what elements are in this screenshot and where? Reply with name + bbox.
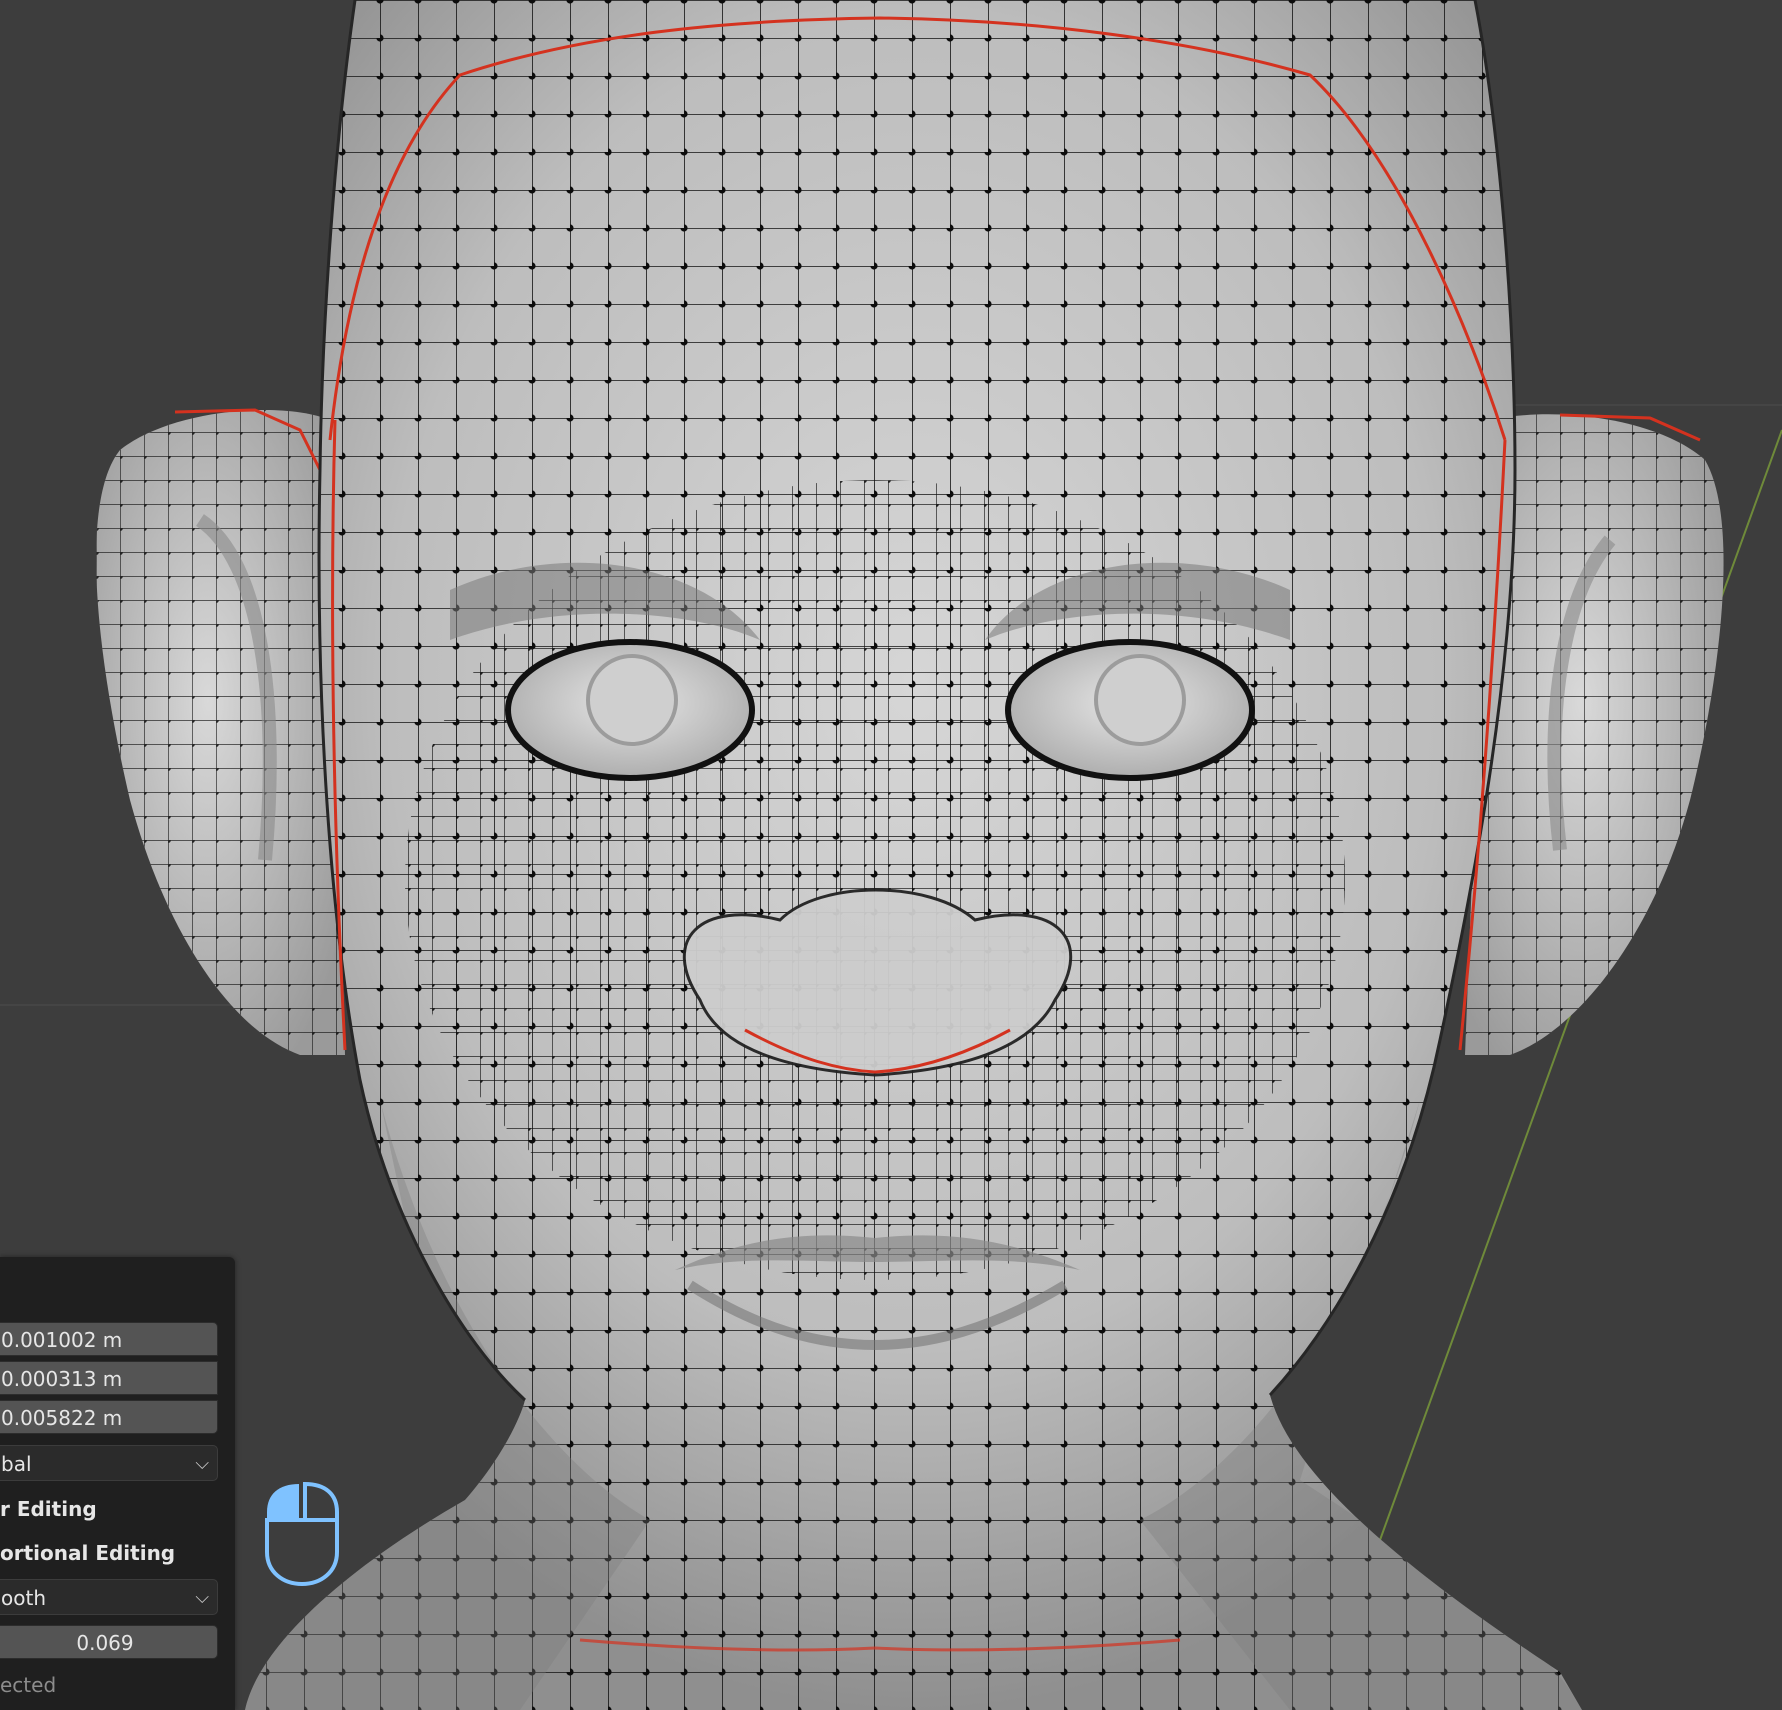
option-editing-label[interactable]: r Editing — [0, 1497, 97, 1521]
panel-header[interactable] — [0, 1257, 235, 1319]
adjust-last-operation-panel: 0.001002 m 0.000313 m 0.005822 m bal ⌵ r… — [0, 1257, 235, 1710]
3d-viewport[interactable] — [0, 0, 1782, 1710]
connected-only-label[interactable]: ected — [0, 1673, 56, 1697]
orientation-dropdown[interactable]: bal ⌵ — [0, 1445, 218, 1481]
left-ear — [96, 408, 345, 1055]
chevron-down-icon: ⌵ — [195, 1587, 209, 1608]
mesh-render — [0, 0, 1782, 1710]
mouse-left-click-icon — [265, 1481, 339, 1587]
falloff-dropdown[interactable]: ooth ⌵ — [0, 1579, 218, 1615]
move-y-field[interactable]: 0.000313 m — [0, 1361, 218, 1395]
move-z-field[interactable]: 0.005822 m — [0, 1400, 218, 1434]
head-mesh — [245, 0, 1582, 1710]
falloff-value: ooth — [1, 1586, 46, 1610]
proportional-editing-label[interactable]: ortional Editing — [0, 1541, 175, 1565]
proportional-size-field[interactable]: 0.069 — [0, 1625, 218, 1659]
chevron-down-icon: ⌵ — [195, 1453, 209, 1474]
orientation-value: bal — [1, 1452, 32, 1476]
move-x-field[interactable]: 0.001002 m — [0, 1322, 218, 1356]
